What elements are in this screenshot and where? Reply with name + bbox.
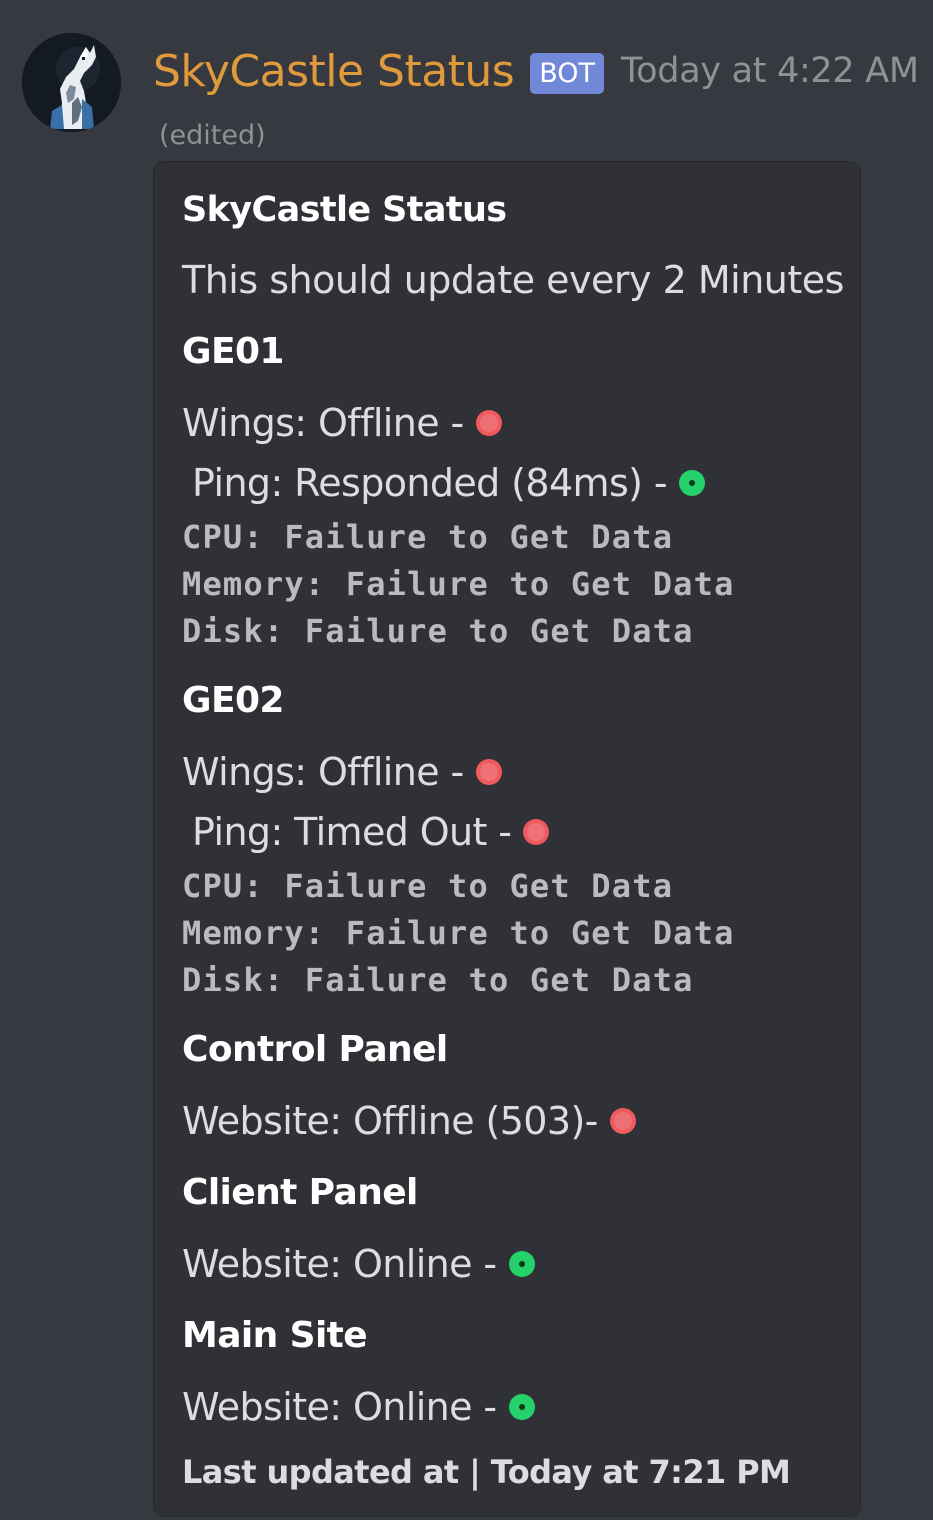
author-name[interactable]: SkyCastle Status (153, 46, 515, 97)
ge02-cpu: CPU: Failure to Get Data (182, 867, 674, 905)
ge01-wings-label: Wings: Offline - (182, 401, 464, 445)
control-panel-website-label: Website: Offline (503)- (182, 1099, 598, 1143)
embed-description: This should update every 2 Minutes (182, 258, 844, 302)
red-circle-icon (475, 410, 502, 436)
main-site-website-label: Website: Online - (182, 1385, 497, 1429)
client-panel-website-label: Website: Online - (182, 1242, 497, 1286)
ge02-disk: Disk: Failure to Get Data (182, 961, 694, 999)
bot-badge: BOT (530, 52, 605, 94)
edited-indicator[interactable]: (edited) (159, 120, 266, 151)
green-circle-icon (508, 1394, 535, 1420)
ge02-ping-status: Ping: Timed Out - (192, 810, 550, 854)
ge01-memory: Memory: Failure to Get Data (182, 565, 735, 603)
embed-footer: Last updated at | Today at 7:21 PM (182, 1453, 791, 1491)
red-circle-icon (523, 819, 550, 845)
ge02-wings-status: Wings: Offline - (182, 750, 502, 794)
avatar[interactable] (22, 33, 121, 132)
ge01-disk: Disk: Failure to Get Data (182, 612, 694, 650)
field-name-main-site: Main Site (182, 1315, 368, 1356)
ge02-wings-label: Wings: Offline - (182, 750, 464, 794)
field-name-ge01: GE01 (182, 331, 284, 372)
ge02-ping-label: Ping: Timed Out - (192, 810, 512, 854)
field-name-client-panel: Client Panel (182, 1172, 418, 1213)
main-site-website-status: Website: Online - (182, 1385, 535, 1429)
ge01-wings-status: Wings: Offline - (182, 401, 502, 445)
message-header: SkyCastle Status BOT Today at 4:22 AM (153, 38, 919, 104)
red-circle-icon (609, 1108, 636, 1134)
ge02-memory: Memory: Failure to Get Data (182, 914, 735, 952)
field-name-control-panel: Control Panel (182, 1029, 448, 1070)
control-panel-website-status: Website: Offline (503)- (182, 1099, 636, 1143)
red-circle-icon (475, 759, 502, 785)
ge01-cpu: CPU: Failure to Get Data (182, 518, 674, 556)
green-circle-icon (678, 470, 705, 496)
embed-title: SkyCastle Status (182, 190, 507, 230)
client-panel-website-status: Website: Online - (182, 1242, 535, 1286)
message-timestamp[interactable]: Today at 4:22 AM (621, 51, 919, 91)
field-name-ge02: GE02 (182, 680, 284, 721)
ge01-ping-label: Ping: Responded (84ms) - (192, 461, 668, 505)
status-embed: SkyCastle Status This should update ever… (153, 161, 861, 1517)
green-circle-icon (508, 1251, 535, 1277)
howling-wolf-icon (22, 33, 121, 132)
ge01-ping-status: Ping: Responded (84ms) - (192, 461, 705, 505)
